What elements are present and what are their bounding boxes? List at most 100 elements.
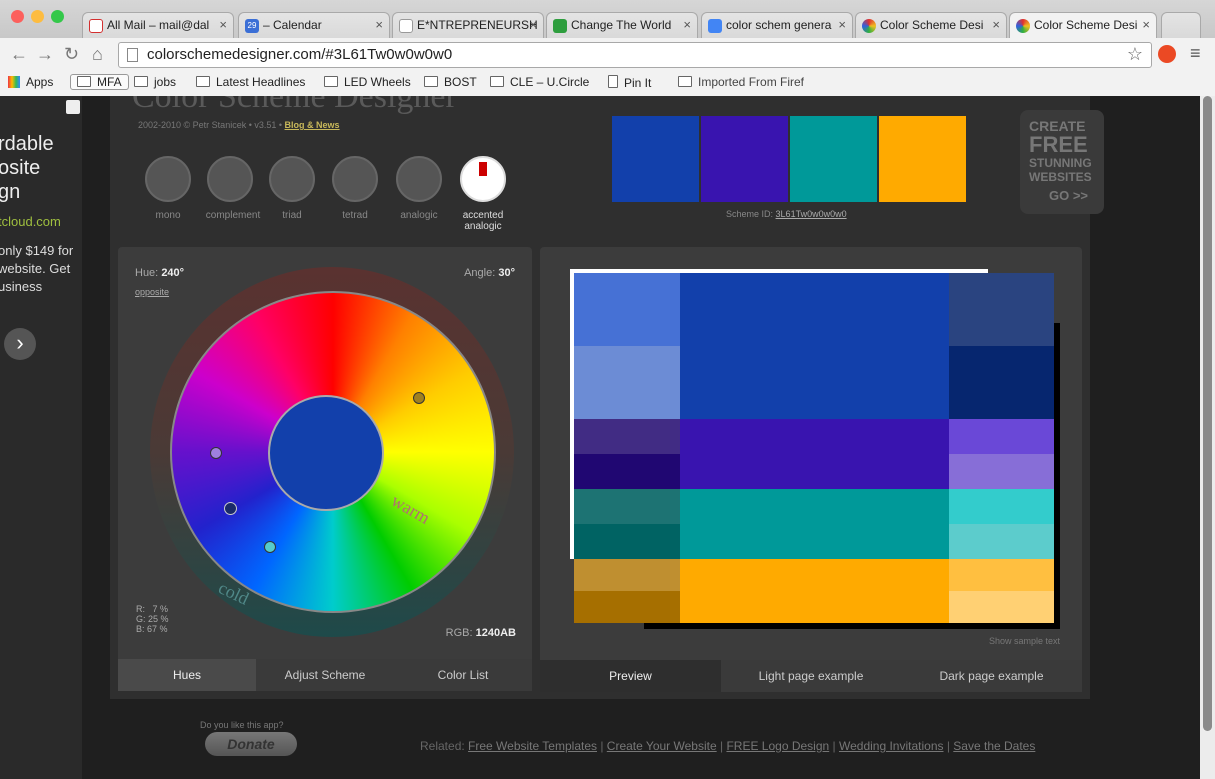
tab-entrepreneurship[interactable]: E*NTREPRENEURSH × bbox=[392, 12, 544, 38]
preview-grid bbox=[574, 273, 1054, 623]
tab-preview[interactable]: Preview bbox=[540, 660, 721, 692]
bookmark-mfa[interactable]: MFA bbox=[70, 74, 129, 90]
swatch-complement[interactable] bbox=[879, 116, 966, 202]
color-wheel-center bbox=[268, 395, 384, 511]
tab-title: color schem genera bbox=[726, 18, 832, 32]
link-free-website-templates[interactable]: Free Website Templates bbox=[468, 739, 597, 753]
tab-title: Color Scheme Desi bbox=[1034, 18, 1138, 32]
tab-google-search[interactable]: color schem genera × bbox=[701, 12, 853, 38]
tab-hues[interactable]: Hues bbox=[118, 659, 256, 691]
page-icon bbox=[399, 19, 413, 33]
close-icon[interactable]: × bbox=[683, 17, 691, 32]
blog-news-link[interactable]: Blog & News bbox=[285, 120, 340, 130]
bookmark-pin-it[interactable]: Pin It bbox=[608, 75, 651, 90]
scheme-triad-button[interactable] bbox=[269, 156, 315, 202]
page-icon bbox=[127, 48, 138, 62]
close-icon[interactable]: × bbox=[1142, 17, 1150, 32]
accent-marker-icon bbox=[479, 162, 487, 176]
angle-readout: Angle: 30° bbox=[464, 267, 515, 279]
link-wedding-invitations[interactable]: Wedding Invitations bbox=[839, 739, 944, 753]
address-bar[interactable]: colorschemedesigner.com/#3L61Tw0w0w0w0 ☆ bbox=[118, 42, 1152, 68]
app-title: Color Scheme Designer bbox=[132, 96, 457, 115]
apps-icon bbox=[8, 76, 20, 88]
link-create-your-website[interactable]: Create Your Website bbox=[607, 739, 717, 753]
star-icon[interactable]: ☆ bbox=[1127, 44, 1143, 65]
close-window-button[interactable] bbox=[11, 10, 24, 23]
gmail-icon bbox=[89, 19, 103, 33]
bookmark-latest-headlines[interactable]: Latest Headlines bbox=[196, 75, 305, 89]
close-icon[interactable]: × bbox=[992, 17, 1000, 32]
scheme-accented-analogic-button[interactable] bbox=[460, 156, 506, 202]
scheme-id: Scheme ID: 3L61Tw0w0w0w0 bbox=[726, 209, 847, 219]
scheme-complement-button[interactable] bbox=[207, 156, 253, 202]
tab-dark-page-example[interactable]: Dark page example bbox=[901, 660, 1082, 692]
tab-color-scheme-1[interactable]: Color Scheme Desi × bbox=[855, 12, 1007, 38]
ad-headline: rdable osite gn bbox=[0, 133, 54, 203]
tab-color-list[interactable]: Color List bbox=[394, 659, 532, 691]
scheme-id-link[interactable]: 3L61Tw0w0w0w0 bbox=[776, 209, 847, 219]
adchoices-icon[interactable] bbox=[66, 100, 80, 114]
hue-handle-accent[interactable] bbox=[413, 392, 425, 404]
promo-create-websites[interactable]: CREATE FREE STUNNING WEBSITES GO >> bbox=[1020, 110, 1104, 214]
preview-tone-cell bbox=[574, 419, 680, 454]
preview-tone-cell bbox=[949, 419, 1054, 454]
preview-tone-cell bbox=[574, 454, 680, 489]
new-tab-button[interactable] bbox=[1161, 12, 1201, 38]
back-icon[interactable]: ← bbox=[10, 44, 28, 65]
hue-readout: Hue: 240° bbox=[135, 267, 185, 279]
bookmark-apps[interactable]: Apps bbox=[8, 75, 53, 89]
preview-base-cell bbox=[680, 489, 949, 559]
close-icon[interactable]: × bbox=[219, 17, 227, 32]
sheets-icon bbox=[553, 19, 567, 33]
preview-tone-cell bbox=[574, 559, 680, 591]
folder-icon bbox=[324, 76, 338, 87]
forward-icon[interactable]: → bbox=[36, 44, 54, 65]
close-icon[interactable]: × bbox=[838, 17, 846, 32]
zoom-window-button[interactable] bbox=[51, 10, 64, 23]
link-save-the-dates[interactable]: Save the Dates bbox=[953, 739, 1035, 753]
reload-icon[interactable]: ↻ bbox=[64, 44, 79, 65]
tab-color-scheme-active[interactable]: Color Scheme Desi × bbox=[1009, 12, 1157, 38]
scrollbar-thumb[interactable] bbox=[1203, 96, 1212, 731]
show-sample-text-link[interactable]: Show sample text bbox=[989, 636, 1060, 646]
hue-handle-primary[interactable] bbox=[224, 502, 237, 515]
bookmark-led-wheels[interactable]: LED Wheels bbox=[324, 75, 411, 89]
preview-tone-cell bbox=[574, 273, 680, 346]
swatch-secondary-a[interactable] bbox=[701, 116, 788, 202]
tab-calendar[interactable]: 29 – Calendar × bbox=[238, 12, 390, 38]
side-advertisement[interactable]: rdable osite gn tcloud.com only $149 for we… bbox=[0, 96, 82, 779]
hue-handle-secondary-b[interactable] bbox=[264, 541, 276, 553]
tab-title: E*NTREPRENEURSH bbox=[417, 18, 538, 32]
close-icon[interactable]: × bbox=[529, 17, 537, 32]
tab-mail[interactable]: All Mail – mail@dal × bbox=[82, 12, 234, 38]
tab-title: Color Scheme Desi bbox=[880, 18, 984, 32]
preview-tone-cell bbox=[574, 591, 680, 623]
swatch-primary[interactable] bbox=[612, 116, 699, 202]
home-icon[interactable]: ⌂ bbox=[92, 44, 103, 65]
folder-icon bbox=[134, 76, 148, 87]
minimize-window-button[interactable] bbox=[31, 10, 44, 23]
tab-change-the-world[interactable]: Change The World × bbox=[546, 12, 698, 38]
link-free-logo-design[interactable]: FREE Logo Design bbox=[726, 739, 829, 753]
menu-icon[interactable]: ≡ bbox=[1190, 43, 1201, 64]
donate-button[interactable]: Donate bbox=[205, 732, 297, 756]
scheme-analogic-button[interactable] bbox=[396, 156, 442, 202]
rgb-percentages: R: 7 % G: 25 % B: 67 % bbox=[136, 604, 169, 634]
tab-adjust-scheme[interactable]: Adjust Scheme bbox=[256, 659, 394, 691]
bookmark-cle-ucircle[interactable]: CLE – U.Circle bbox=[490, 75, 589, 89]
hue-handle-secondary-a[interactable] bbox=[210, 447, 222, 459]
tab-light-page-example[interactable]: Light page example bbox=[721, 660, 901, 692]
color-wheel-icon bbox=[862, 19, 876, 33]
close-icon[interactable]: × bbox=[375, 17, 383, 32]
opposite-link[interactable]: opposite bbox=[135, 287, 169, 297]
scheme-tetrad-button[interactable] bbox=[332, 156, 378, 202]
bookmark-imported[interactable]: Imported From Firef bbox=[678, 75, 804, 89]
chevron-right-icon[interactable]: › bbox=[4, 328, 36, 360]
scheme-mono-button[interactable] bbox=[145, 156, 191, 202]
scheme-accented-analogic-label: accented analogic bbox=[462, 210, 504, 232]
bookmark-jobs[interactable]: jobs bbox=[134, 75, 176, 89]
swatch-secondary-b[interactable] bbox=[790, 116, 877, 202]
stumbleupon-icon[interactable] bbox=[1158, 45, 1176, 63]
bookmark-bost[interactable]: BOST bbox=[424, 75, 477, 89]
preview-tone-cell bbox=[949, 489, 1054, 524]
